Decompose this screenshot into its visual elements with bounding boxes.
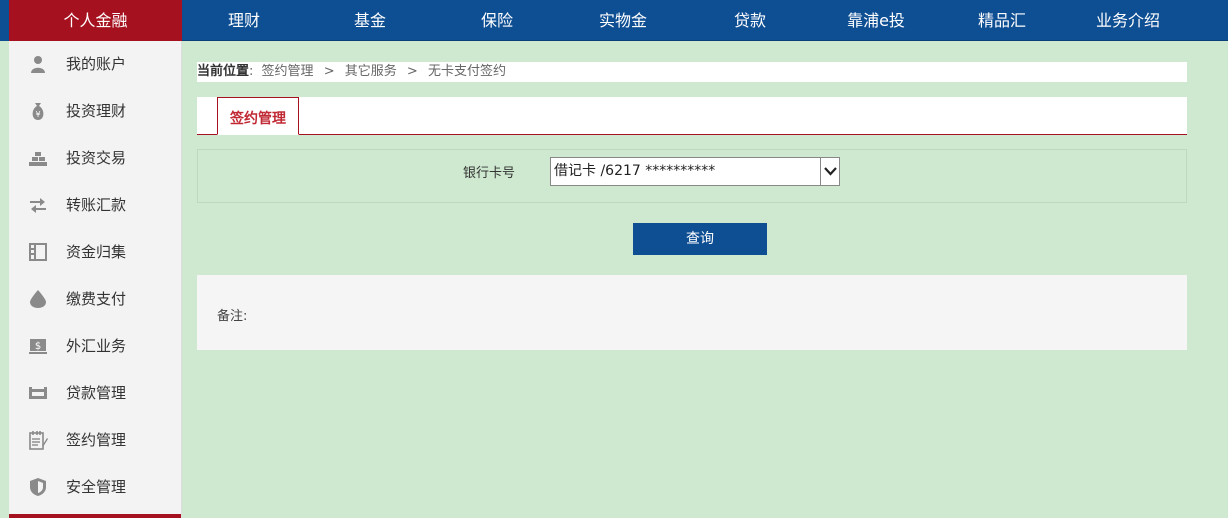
nav-left-stripe — [0, 0, 9, 41]
nav-item-loan[interactable]: 贷款 — [700, 0, 800, 41]
breadcrumb-label: 当前位置 — [197, 64, 250, 79]
nav-item-insurance[interactable]: 保险 — [447, 0, 547, 41]
bank-card-label: 银行卡号 — [463, 166, 516, 181]
sidebar-item-trading[interactable]: 投资交易 — [9, 135, 181, 182]
breadcrumb-item-cardless-payment: 无卡支付签约 — [427, 64, 506, 79]
breadcrumb: 当前位置: 签约管理 > 其它服务 > 无卡支付签约 — [197, 62, 1187, 82]
transfer-arrows-icon — [30, 198, 46, 213]
notes-label: 备注: — [217, 309, 248, 324]
sidebar-item-label: 安全管理 — [66, 478, 127, 496]
notepad-icon — [29, 431, 48, 450]
nav-home-personal-finance[interactable]: 个人金融 — [9, 0, 182, 41]
sidebar-item-security[interactable]: 安全管理 — [9, 464, 181, 511]
nav-item-fund[interactable]: 基金 — [320, 0, 420, 41]
sidebar-item-label: 外汇业务 — [66, 337, 127, 355]
svg-text:¥: ¥ — [35, 110, 40, 119]
sidebar-item-label: 投资交易 — [66, 149, 127, 167]
sidebar-item-label: 我的账户 — [66, 55, 127, 73]
nav-item-boutique[interactable]: 精品汇 — [952, 0, 1052, 41]
nav-item-e-invest[interactable]: 靠浦e投 — [826, 0, 926, 41]
sidebar-item-label: 投资理财 — [66, 102, 127, 120]
sidebar-item-label: 资金归集 — [66, 243, 127, 261]
sidebar-item-investment[interactable]: ¥ 投资理财 — [9, 88, 181, 135]
sidebar-bottom-accent — [9, 514, 181, 518]
sidebar-item-transfer[interactable]: 转账汇款 — [9, 182, 181, 229]
breadcrumb-separator: > — [406, 64, 418, 79]
sidebar: 我的账户 ¥ 投资理财 投资交易 转账汇款 资金归集 缴费支付 $ 外汇业务 贷… — [9, 41, 182, 518]
breadcrumb-item-other-services[interactable]: 其它服务 — [345, 64, 397, 79]
money-bag-icon: ¥ — [32, 103, 44, 120]
top-navigation: 个人金融 理财 基金 保险 实物金 贷款 靠浦e投 精品汇 业务介绍 — [0, 0, 1228, 41]
sidebar-item-label: 签约管理 — [66, 431, 127, 449]
tray-icon — [29, 387, 47, 399]
nav-item-business-intro[interactable]: 业务介绍 — [1078, 0, 1178, 41]
bank-card-selected-value: 借记卡 /6217 ********** — [554, 163, 716, 179]
notes-panel: 备注: — [197, 275, 1187, 350]
breadcrumb-separator: > — [323, 64, 335, 79]
currency-screen-icon: $ — [29, 339, 47, 354]
query-button[interactable]: 查询 — [633, 223, 767, 255]
nav-item-wealth[interactable]: 理财 — [194, 0, 294, 41]
tab-strip: 签约管理 — [197, 97, 1187, 135]
breadcrumb-colon: : — [249, 64, 254, 79]
form-panel: 银行卡号 借记卡 /6217 ********** — [197, 149, 1187, 203]
select-dropdown-button[interactable] — [820, 158, 839, 185]
breadcrumb-item-contract-management[interactable]: 签约管理 — [262, 64, 314, 79]
sidebar-item-label: 贷款管理 — [66, 384, 127, 402]
sidebar-item-loan-management[interactable]: 贷款管理 — [9, 370, 181, 417]
svg-text:$: $ — [35, 341, 41, 352]
ledger-icon — [29, 243, 47, 261]
sidebar-item-fund-collection[interactable]: 资金归集 — [9, 229, 181, 276]
user-icon — [31, 56, 45, 73]
water-drop-icon — [30, 290, 46, 308]
sidebar-item-my-account[interactable]: 我的账户 — [9, 41, 181, 88]
shield-icon — [30, 478, 46, 496]
sidebar-item-contract-management[interactable]: 签约管理 — [9, 417, 181, 464]
gold-bars-icon — [29, 152, 47, 166]
chevron-down-icon — [824, 167, 837, 176]
tab-contract-management[interactable]: 签约管理 — [217, 97, 299, 135]
bank-card-select[interactable]: 借记卡 /6217 ********** — [550, 157, 840, 186]
sidebar-item-label: 缴费支付 — [66, 290, 127, 308]
sidebar-item-payment[interactable]: 缴费支付 — [9, 276, 181, 323]
nav-item-gold[interactable]: 实物金 — [573, 0, 673, 41]
sidebar-item-label: 转账汇款 — [66, 196, 127, 214]
sidebar-item-forex[interactable]: $ 外汇业务 — [9, 323, 181, 370]
